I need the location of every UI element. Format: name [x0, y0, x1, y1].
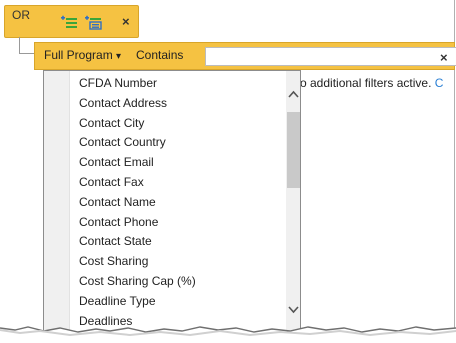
add-group-icon[interactable] — [85, 15, 103, 31]
dropdown-option[interactable]: Contact Email — [79, 153, 196, 173]
dropdown-option[interactable]: Contact State — [79, 232, 196, 252]
chevron-down-icon: ▾ — [116, 51, 122, 62]
dropdown-gutter — [44, 71, 70, 334]
tree-connector — [19, 37, 35, 54]
dropdown-option[interactable]: Cost Sharing — [79, 252, 196, 272]
dropdown-option[interactable]: CFDA Number — [79, 74, 196, 94]
dropdown-option[interactable]: Contact Name — [79, 193, 196, 213]
torn-edge-decoration — [0, 326, 456, 343]
or-group-label: OR — [12, 8, 30, 22]
dropdown-option[interactable]: Cost Sharing Cap (%) — [79, 272, 196, 292]
field-dropdown-list: CFDA Number Contact Address Contact City Co… — [43, 70, 301, 335]
operator-label[interactable]: Contains — [136, 48, 183, 62]
or-group-header: OR × — [4, 5, 139, 38]
filter-builder: OR × Full Program ▾ Contains × o additio… — [0, 0, 456, 335]
scroll-up-icon[interactable] — [287, 89, 300, 103]
filter-value-input[interactable] — [205, 47, 456, 66]
scroll-thumb[interactable] — [287, 112, 300, 188]
scroll-down-icon[interactable] — [287, 305, 300, 319]
dropdown-option[interactable]: Contact Country — [79, 133, 196, 153]
remove-group-close-icon[interactable]: × — [122, 14, 130, 30]
dropdown-option[interactable]: Deadline Type — [79, 292, 196, 312]
status-link[interactable]: C — [435, 76, 444, 90]
status-message: o additional filters active. — [300, 76, 432, 90]
dropdown-option[interactable]: Contact Fax — [79, 173, 196, 193]
dropdown-option[interactable]: Contact Phone — [79, 213, 196, 233]
dropdown-option[interactable]: Contact City — [79, 114, 196, 134]
dropdown-option[interactable]: Contact Address — [79, 94, 196, 114]
dropdown-options: CFDA Number Contact Address Contact City Co… — [79, 74, 196, 331]
add-filter-icon[interactable] — [61, 15, 79, 31]
remove-filter-close-icon[interactable]: × — [440, 50, 448, 65]
status-text: o additional filters active. C — [300, 76, 443, 90]
dropdown-scrollbar[interactable] — [286, 71, 300, 334]
filter-row: Full Program ▾ Contains × — [34, 42, 456, 70]
field-dropdown-button[interactable]: Full Program ▾ — [44, 48, 121, 62]
field-label: Full Program — [44, 48, 113, 62]
